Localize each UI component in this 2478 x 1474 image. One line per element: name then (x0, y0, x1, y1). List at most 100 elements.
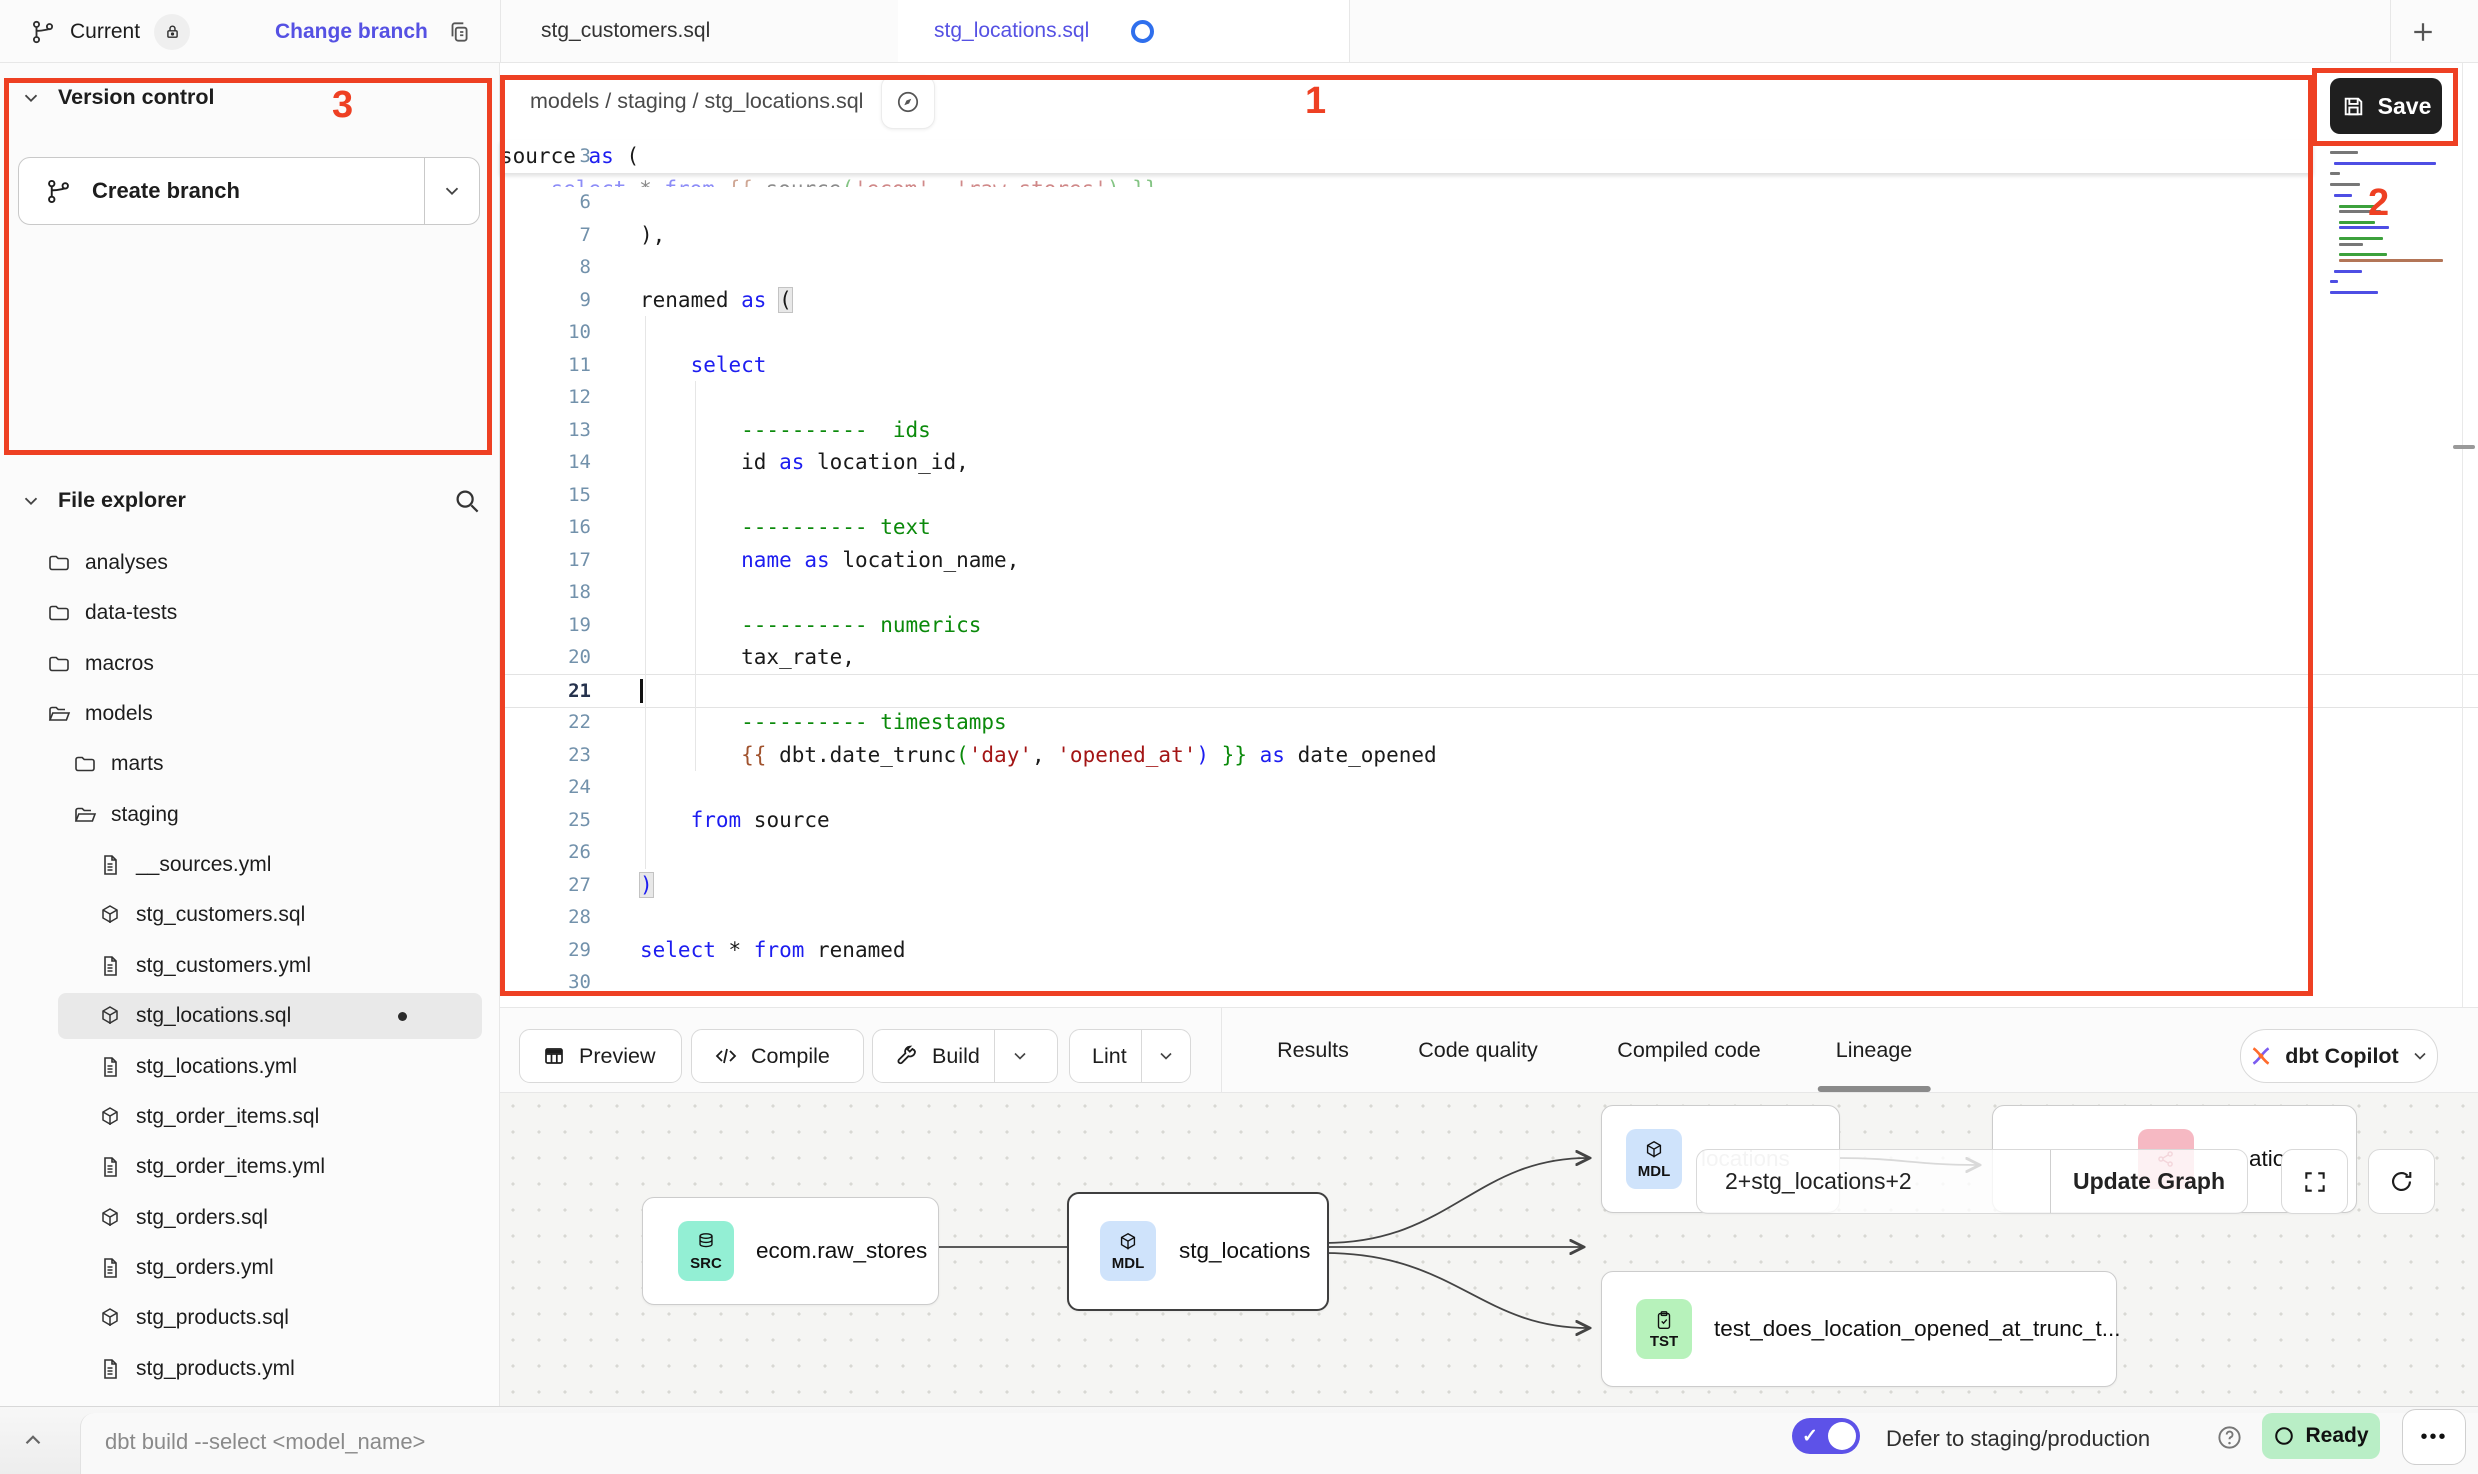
code-line-29[interactable]: 29select * from renamed (500, 934, 2478, 967)
branch-indicator[interactable]: Current (30, 0, 190, 63)
sidebar-item-data-tests[interactable]: data-tests (0, 588, 500, 638)
create-branch-button[interactable]: Create branch (18, 157, 480, 225)
help-icon[interactable] (2216, 1424, 2243, 1451)
lint-dropdown[interactable] (1141, 1030, 1190, 1082)
code-line-14[interactable]: 14 id as location_id, (500, 446, 2478, 479)
code-line-11[interactable]: 11 select (500, 349, 2478, 382)
lint-button[interactable]: Lint (1069, 1029, 1191, 1083)
code-line-23[interactable]: 23 {{ dbt.date_trunc('day', 'opened_at')… (500, 739, 2478, 772)
tab-results[interactable]: Results (1273, 1008, 1353, 1092)
code-line-12[interactable]: 12 (500, 381, 2478, 414)
code-line-18[interactable]: 18 (500, 576, 2478, 609)
save-button[interactable]: Save (2330, 78, 2442, 134)
open-in-lineage-button[interactable] (881, 75, 935, 129)
sidebar-item-staging[interactable]: staging (0, 790, 500, 840)
change-branch-link[interactable]: Change branch (275, 20, 428, 44)
preview-button[interactable]: Preview (519, 1029, 682, 1083)
panel-resize-handle[interactable] (2453, 445, 2475, 449)
update-graph-button[interactable]: Update Graph (2051, 1150, 2247, 1213)
code-line-27[interactable]: 27) (500, 869, 2478, 902)
lineage-node-stg-locations[interactable]: MDL stg_locations (1067, 1192, 1329, 1311)
wrench-icon (895, 1044, 919, 1068)
file-explorer-header[interactable]: File explorer (20, 488, 186, 513)
code-line-13[interactable]: 13 ---------- ids (500, 414, 2478, 447)
file-search-icon[interactable] (452, 486, 482, 516)
sidebar-item-stg_orders-sql[interactable]: stg_orders.sql (0, 1193, 500, 1243)
code-line-9[interactable]: 9renamed as ( (500, 284, 2478, 317)
chevron-down-icon (20, 490, 42, 512)
code-line-19[interactable]: 19 ---------- numerics (500, 609, 2478, 642)
tab-code-quality[interactable]: Code quality (1414, 1008, 1542, 1092)
sidebar-item-stg_products-sql[interactable]: stg_products.sql (0, 1293, 500, 1343)
file-label: stg_products.yml (136, 1357, 295, 1381)
fullscreen-button[interactable] (2281, 1149, 2348, 1214)
build-dropdown[interactable] (994, 1030, 1045, 1082)
sidebar-item-analyses[interactable]: analyses (0, 538, 500, 588)
new-tab-button[interactable] (2408, 17, 2438, 47)
sidebar-item-stg_order_items-sql[interactable]: stg_order_items.sql (0, 1092, 500, 1142)
defer-label: Defer to staging/production (1886, 1426, 2150, 1452)
model-file-icon (98, 1206, 122, 1230)
code-line-6[interactable]: 6 (500, 186, 2478, 219)
text-cursor (640, 679, 643, 703)
badge-label: MDL (1112, 1255, 1145, 1272)
status-badge[interactable]: Ready (2262, 1413, 2380, 1459)
dbt-copilot-button[interactable]: dbt Copilot (2240, 1029, 2438, 1083)
code-line-7[interactable]: 7), (500, 219, 2478, 252)
sidebar-item-marts[interactable]: marts (0, 739, 500, 789)
lineage-node-source[interactable]: SRC ecom.raw_stores (642, 1197, 939, 1305)
editor-tab-stg_locations-sql[interactable]: stg_locations.sql (898, 0, 1350, 62)
model-file-icon (98, 1105, 122, 1129)
create-branch-label: Create branch (92, 178, 240, 204)
code-line-28[interactable]: 28 (500, 901, 2478, 934)
code-line-15[interactable]: 15 (500, 479, 2478, 512)
compile-button[interactable]: Compile (691, 1029, 864, 1083)
database-icon (695, 1231, 717, 1253)
yaml-file-icon (98, 1155, 122, 1179)
editor-minimap[interactable] (2330, 140, 2442, 320)
code-line-8[interactable]: 8 (500, 251, 2478, 284)
sidebar-item-stg_products-yml[interactable]: stg_products.yml (0, 1344, 500, 1394)
tab-lineage[interactable]: Lineage (1832, 1008, 1917, 1092)
lineage-graph[interactable]: MDL locations atio SRC (500, 1093, 2478, 1406)
code-line-22[interactable]: 22 ---------- timestamps (500, 706, 2478, 739)
more-options-button[interactable]: ••• (2402, 1409, 2466, 1465)
tab-compiled-code[interactable]: Compiled code (1613, 1008, 1764, 1092)
code-editor[interactable]: models / staging / stg_locations.sql 3so… (500, 63, 2478, 1007)
lineage-node-test[interactable]: TST test_does_location_opened_at_trunc_t… (1601, 1271, 2117, 1387)
code-line-24[interactable]: 24 (500, 771, 2478, 804)
sidebar-item-stg_customers-yml[interactable]: stg_customers.yml (0, 941, 500, 991)
code-line-30[interactable]: 30 (500, 966, 2478, 999)
sidebar-item-stg_locations-sql[interactable]: stg_locations.sql (0, 991, 500, 1041)
defer-toggle[interactable]: ✓ (1792, 1418, 1860, 1454)
sidebar-item-stg_order_items-yml[interactable]: stg_order_items.yml (0, 1142, 500, 1192)
sidebar-item-stg_orders-yml[interactable]: stg_orders.yml (0, 1243, 500, 1293)
code-line-26[interactable]: 26 (500, 836, 2478, 869)
code-line-20[interactable]: 20 tax_rate, (500, 641, 2478, 674)
lineage-selector-input[interactable]: 2+stg_locations+2 (1697, 1150, 2051, 1213)
code-line-25[interactable]: 25 from source (500, 804, 2478, 837)
sidebar-item-macros[interactable]: macros (0, 639, 500, 689)
version-control-title: Version control (58, 85, 215, 110)
refresh-button[interactable] (2368, 1149, 2435, 1214)
badge-label: TST (1650, 1333, 1678, 1350)
tab-label: Lineage (1836, 1038, 1913, 1063)
file-label: stg_orders.yml (136, 1256, 274, 1280)
code-line-16[interactable]: 16 ---------- text (500, 511, 2478, 544)
editor-tab-stg_customers-sql[interactable]: stg_customers.sql (505, 0, 963, 62)
collapse-panel-button[interactable] (20, 1427, 46, 1453)
sidebar-item-stg_locations-yml[interactable]: stg_locations.yml (0, 1042, 500, 1092)
panel-divider (2462, 63, 2463, 1007)
code-line-17[interactable]: 17 name as location_name, (500, 544, 2478, 577)
file-label: stg_orders.sql (136, 1206, 268, 1230)
indent-guide (645, 316, 646, 869)
code-line-10[interactable]: 10 (500, 316, 2478, 349)
copy-branch-icon[interactable] (446, 19, 472, 45)
create-branch-dropdown[interactable] (424, 158, 479, 224)
version-control-header[interactable]: Version control (20, 85, 215, 110)
sidebar-item-models[interactable]: models (0, 689, 500, 739)
build-button[interactable]: Build (872, 1029, 1058, 1083)
sidebar-item-__sources-yml[interactable]: __sources.yml (0, 840, 500, 890)
sidebar-item-stg_customers-sql[interactable]: stg_customers.sql (0, 890, 500, 940)
code-line-21[interactable]: 21 (500, 674, 2478, 709)
